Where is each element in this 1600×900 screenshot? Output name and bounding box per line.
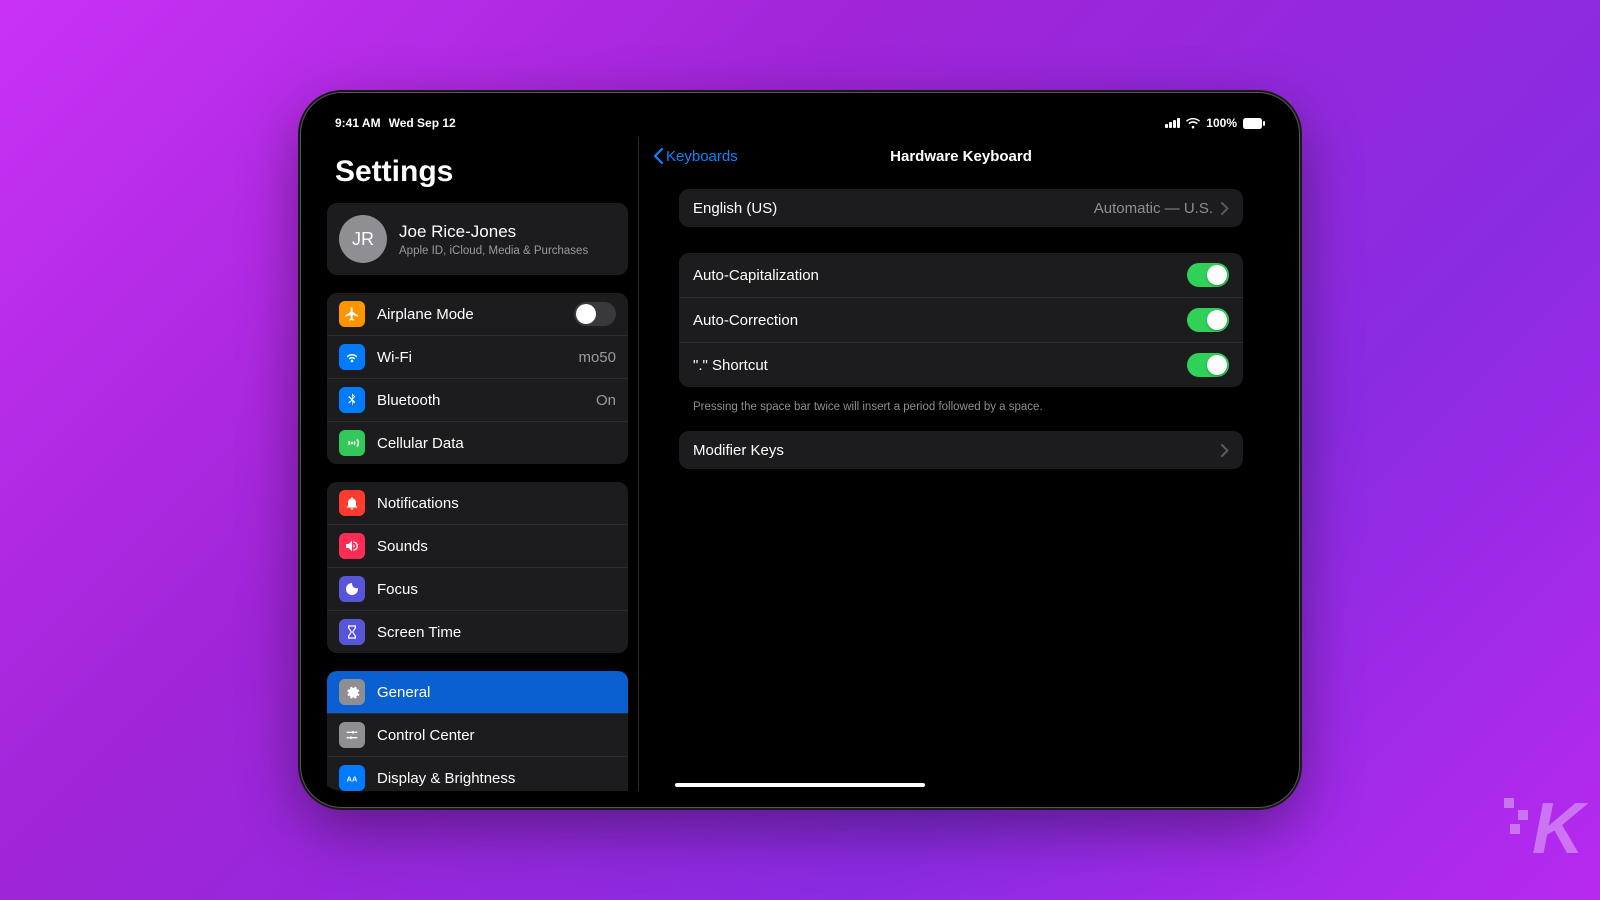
row-label: Auto-Capitalization bbox=[693, 267, 819, 284]
chevron-right-icon bbox=[1221, 444, 1229, 457]
sidebar-item-focus[interactable]: Focus bbox=[327, 567, 628, 610]
sidebar-item-bluetooth[interactable]: Bluetooth On bbox=[327, 378, 628, 421]
svg-text:AA: AA bbox=[347, 774, 358, 783]
page-title: Settings bbox=[327, 137, 628, 203]
chevron-right-icon bbox=[1221, 202, 1229, 215]
notifications-icon bbox=[339, 490, 365, 516]
sidebar-item-airplane[interactable]: Airplane Mode bbox=[327, 293, 628, 335]
period-shortcut-toggle[interactable] bbox=[1187, 353, 1229, 377]
sidebar-item-label: Airplane Mode bbox=[377, 306, 562, 323]
period-shortcut-row[interactable]: "." Shortcut bbox=[679, 342, 1243, 387]
autocapitalization-row[interactable]: Auto-Capitalization bbox=[679, 253, 1243, 297]
sidebar-item-cellular[interactable]: Cellular Data bbox=[327, 421, 628, 464]
sidebar-item-notifications[interactable]: Notifications bbox=[327, 482, 628, 524]
row-label: "." Shortcut bbox=[693, 357, 768, 374]
sidebar-item-label: Cellular Data bbox=[377, 435, 616, 452]
sidebar-item-label: Bluetooth bbox=[377, 392, 584, 409]
detail-title: Hardware Keyboard bbox=[890, 148, 1032, 165]
profile-subtitle: Apple ID, iCloud, Media & Purchases bbox=[399, 245, 588, 257]
wifi-icon bbox=[1186, 118, 1200, 129]
sidebar-item-general[interactable]: General bbox=[327, 671, 628, 713]
profile-group[interactable]: JR Joe Rice-Jones Apple ID, iCloud, Medi… bbox=[327, 203, 628, 275]
sidebar-item-display[interactable]: AA Display & Brightness bbox=[327, 756, 628, 791]
settings-sidebar[interactable]: Settings JR Joe Rice-Jones Apple ID, iCl… bbox=[317, 137, 639, 791]
status-time: 9:41 AM bbox=[335, 116, 381, 130]
sidebar-item-label: Screen Time bbox=[377, 624, 616, 641]
bluetooth-icon bbox=[339, 387, 365, 413]
autocapitalization-toggle[interactable] bbox=[1187, 263, 1229, 287]
status-bar: 9:41 AM Wed Sep 12 100% bbox=[317, 109, 1283, 137]
chevron-left-icon bbox=[653, 148, 663, 164]
language-label: English (US) bbox=[693, 200, 777, 217]
sounds-icon bbox=[339, 533, 365, 559]
gear-icon bbox=[339, 679, 365, 705]
sidebar-item-label: Sounds bbox=[377, 538, 616, 555]
sidebar-item-label: Notifications bbox=[377, 495, 616, 512]
battery-icon bbox=[1243, 118, 1265, 129]
wifi-value: mo50 bbox=[578, 349, 616, 366]
footer-note: Pressing the space bar twice will insert… bbox=[679, 395, 1243, 431]
display-icon: AA bbox=[339, 765, 365, 791]
sidebar-item-screentime[interactable]: Screen Time bbox=[327, 610, 628, 653]
sidebar-item-label: Display & Brightness bbox=[377, 770, 616, 787]
bluetooth-value: On bbox=[596, 392, 616, 409]
wifi-settings-icon bbox=[339, 344, 365, 370]
ipad-frame: 9:41 AM Wed Sep 12 100% Settings JR bbox=[300, 92, 1300, 808]
detail-pane: Keyboards Hardware Keyboard English (US)… bbox=[639, 137, 1283, 791]
language-row[interactable]: English (US) Automatic — U.S. bbox=[679, 189, 1243, 227]
avatar: JR bbox=[339, 215, 387, 263]
profile-row[interactable]: JR Joe Rice-Jones Apple ID, iCloud, Medi… bbox=[327, 203, 628, 275]
status-date: Wed Sep 12 bbox=[389, 116, 456, 130]
controlcenter-icon bbox=[339, 722, 365, 748]
sidebar-item-controlcenter[interactable]: Control Center bbox=[327, 713, 628, 756]
autocorrection-toggle[interactable] bbox=[1187, 308, 1229, 332]
row-label: Auto-Correction bbox=[693, 312, 798, 329]
home-indicator[interactable] bbox=[675, 783, 925, 787]
sidebar-item-label: Focus bbox=[377, 581, 616, 598]
battery-percent: 100% bbox=[1206, 116, 1237, 130]
language-value: Automatic — U.S. bbox=[1094, 200, 1213, 217]
sidebar-item-label: Control Center bbox=[377, 727, 616, 744]
screentime-icon bbox=[339, 619, 365, 645]
autocorrection-row[interactable]: Auto-Correction bbox=[679, 297, 1243, 342]
screen: 9:41 AM Wed Sep 12 100% Settings JR bbox=[317, 109, 1283, 791]
profile-name: Joe Rice-Jones bbox=[399, 222, 588, 242]
focus-icon bbox=[339, 576, 365, 602]
sidebar-item-label: Wi-Fi bbox=[377, 349, 566, 366]
cellular-signal-icon bbox=[1165, 118, 1180, 128]
back-button[interactable]: Keyboards bbox=[653, 148, 738, 165]
airplane-icon bbox=[339, 301, 365, 327]
airplane-toggle[interactable] bbox=[574, 302, 616, 326]
sidebar-item-wifi[interactable]: Wi-Fi mo50 bbox=[327, 335, 628, 378]
back-label: Keyboards bbox=[666, 148, 738, 165]
cellular-icon bbox=[339, 430, 365, 456]
row-label: Modifier Keys bbox=[693, 442, 784, 459]
watermark-logo: K bbox=[1532, 788, 1580, 870]
sidebar-item-label: General bbox=[377, 684, 616, 701]
modifier-keys-row[interactable]: Modifier Keys bbox=[679, 431, 1243, 469]
sidebar-item-sounds[interactable]: Sounds bbox=[327, 524, 628, 567]
